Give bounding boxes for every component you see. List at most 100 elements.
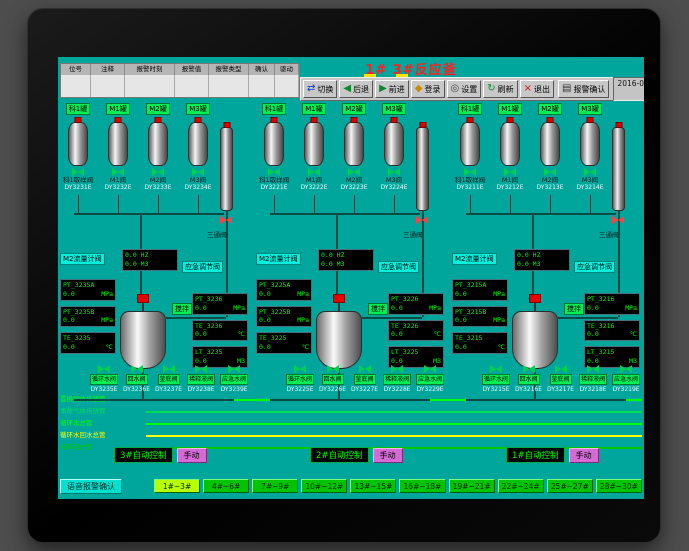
manual-mode-button[interactable]: 手动	[373, 448, 403, 463]
valve-icon[interactable]	[587, 365, 599, 373]
valve-icon[interactable]	[192, 168, 204, 176]
tank-label-chip[interactable]: M2罐	[342, 103, 366, 115]
valve-tag: DY3219E	[613, 386, 640, 393]
page-button[interactable]: 22#~24#	[498, 479, 544, 493]
tank-label-chip[interactable]: M3罐	[382, 103, 406, 115]
page-button[interactable]: 7#~9#	[252, 479, 298, 493]
valve-icon[interactable]	[348, 168, 360, 176]
valve-icon[interactable]	[72, 168, 84, 176]
valve-icon[interactable]	[388, 168, 400, 176]
tank-label-chip[interactable]: M2罐	[146, 103, 170, 115]
tank-label-chip[interactable]: M1罐	[106, 103, 130, 115]
tank-label-chip[interactable]: 科1罐	[458, 103, 482, 115]
valve-chip[interactable]: 稀释液阀	[579, 374, 607, 385]
condenser-valve-icon[interactable]	[220, 216, 232, 224]
pipe	[118, 195, 119, 213]
stirrer-chip[interactable]: 搅拌	[564, 303, 584, 315]
valve-icon[interactable]	[523, 365, 535, 373]
flow-meter-valve-chip[interactable]: M2流量计阀	[256, 253, 301, 265]
valve-icon[interactable]	[391, 365, 403, 373]
valve-tag: DY3224E	[380, 184, 407, 191]
reactor-vessel[interactable]	[512, 311, 558, 369]
tank-label-chip[interactable]: M3罐	[186, 103, 210, 115]
valve-icon[interactable]	[490, 365, 502, 373]
alarm-ack-button[interactable]: ▤ 报警确认	[558, 80, 609, 98]
toolbar-button[interactable]: ↻ 刷新	[483, 80, 517, 98]
spare-valve-chip[interactable]: 应急调节阀	[574, 261, 615, 273]
tank-label-chip[interactable]: 科1罐	[262, 103, 286, 115]
toolbar-button[interactable]: ◎ 设置	[447, 80, 482, 98]
page-button[interactable]: 19#~21#	[449, 479, 495, 493]
page-button[interactable]: 16#~18#	[399, 479, 445, 493]
valve-chip[interactable]: 应急水阀	[416, 374, 444, 385]
toolbar-button[interactable]: ▶ 前进	[375, 80, 409, 98]
valve-chip[interactable]: 应急水阀	[220, 374, 248, 385]
tank-label-chip[interactable]: M1罐	[302, 103, 326, 115]
valve-icon[interactable]	[163, 365, 175, 373]
valve-icon[interactable]	[152, 168, 164, 176]
valve-chip[interactable]: 回水阀	[126, 374, 148, 385]
valve-icon[interactable]	[620, 365, 632, 373]
page-button[interactable]: 13#~15#	[350, 479, 396, 493]
spare-valve-chip[interactable]: 应急调节阀	[378, 261, 419, 273]
tank-label-chip[interactable]: 科1罐	[66, 103, 90, 115]
valve-icon[interactable]	[228, 365, 240, 373]
valve-chip[interactable]: 釜底阀	[550, 374, 572, 385]
valve-icon[interactable]	[555, 365, 567, 373]
tank-label-chip[interactable]: M1罐	[498, 103, 522, 115]
toolbar-button[interactable]: × 退出	[520, 80, 554, 98]
valve-icon[interactable]	[294, 365, 306, 373]
toolbar-button[interactable]: ⇄ 切换	[303, 80, 337, 98]
valve-chip[interactable]: 釜底阀	[354, 374, 376, 385]
valve-chip[interactable]: 应急水阀	[612, 374, 640, 385]
manual-mode-button[interactable]: 手动	[569, 448, 599, 463]
valve-icon[interactable]	[327, 365, 339, 373]
page-button[interactable]: 4#~6#	[203, 479, 249, 493]
flow-meter-valve-chip[interactable]: M2流量计阀	[60, 253, 105, 265]
stirrer-chip[interactable]: 搅拌	[172, 303, 192, 315]
tank-label-chip[interactable]: M3罐	[578, 103, 602, 115]
toolbar-button[interactable]: ◆ 登录	[411, 80, 445, 98]
page-button[interactable]: 25#~27#	[547, 479, 593, 493]
spare-valve-chip[interactable]: 应急调节阀	[182, 261, 223, 273]
valve-icon[interactable]	[98, 365, 110, 373]
page-button[interactable]: 28#~30#	[596, 479, 642, 493]
valve-chip[interactable]: 回水阀	[322, 374, 344, 385]
valve-icon[interactable]	[131, 365, 143, 373]
toolbar-button[interactable]: ◀ 后退	[339, 80, 373, 98]
valve-icon[interactable]	[112, 168, 124, 176]
manual-mode-button[interactable]: 手动	[177, 448, 207, 463]
flow-meter-valve-chip[interactable]: M2流量计阀	[452, 253, 497, 265]
instrument-tag: TE_3235	[63, 334, 113, 343]
page-button[interactable]: 10#~12#	[301, 479, 347, 493]
valve-chip[interactable]: 循环水阀	[482, 374, 510, 385]
stirrer-chip[interactable]: 搅拌	[368, 303, 388, 315]
valve-icon[interactable]	[544, 168, 556, 176]
reactor-vessel[interactable]	[316, 311, 362, 369]
toolbar-button-icon: ◀	[343, 84, 351, 94]
valve-icon[interactable]	[359, 365, 371, 373]
tank-label-chip[interactable]: M2罐	[538, 103, 562, 115]
bottom-valve-unit: 稀释液阀 DY3238E	[187, 363, 215, 393]
valve-icon[interactable]	[424, 365, 436, 373]
reactor-vessel[interactable]	[120, 311, 166, 369]
page-button[interactable]: 1#~3#	[154, 479, 200, 493]
valve-chip[interactable]: 循环水阀	[90, 374, 118, 385]
valve-chip[interactable]: 稀释液阀	[187, 374, 215, 385]
valve-icon[interactable]	[504, 168, 516, 176]
valve-chip[interactable]: 稀释液阀	[383, 374, 411, 385]
valve-chip[interactable]: 循环水阀	[286, 374, 314, 385]
valve-chip[interactable]: 釜底阀	[158, 374, 180, 385]
valve-icon[interactable]	[584, 168, 596, 176]
valve-icon[interactable]	[464, 168, 476, 176]
valve-icon[interactable]	[268, 168, 280, 176]
valve-icon[interactable]	[308, 168, 320, 176]
condenser-valve-icon[interactable]	[416, 216, 428, 224]
alarm-table-cell	[209, 75, 249, 97]
monitor-bezel: 位号注释报警时刻报警值报警类型确认驱动 1# 3#反应釜 ⇄ 切换 ◀ 后退 ▶…	[27, 8, 661, 543]
condenser-valve-icon[interactable]	[612, 216, 624, 224]
valve-chip[interactable]: 回水阀	[518, 374, 540, 385]
valve-icon[interactable]	[195, 365, 207, 373]
instrument-unit: MPa	[493, 290, 505, 299]
voice-alarm-ack-button[interactable]: 语音报警确认	[60, 479, 122, 494]
